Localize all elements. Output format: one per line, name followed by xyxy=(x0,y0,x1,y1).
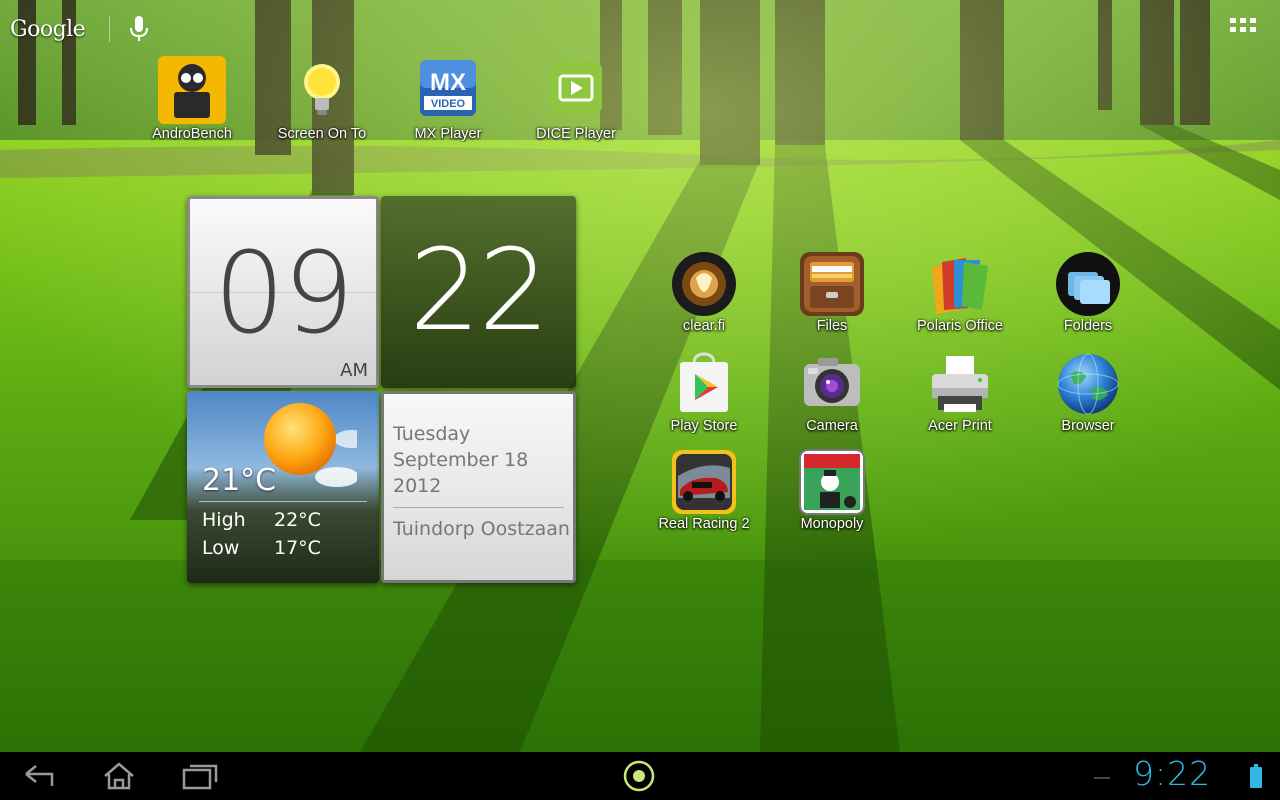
clock-hours: 09 xyxy=(213,229,355,359)
recent-apps-icon[interactable] xyxy=(180,760,220,792)
date-weekday: Tuesday xyxy=(393,423,471,445)
svg-text:MX: MX xyxy=(430,69,466,96)
app-label: AndroBench xyxy=(152,126,232,142)
weather-low-value: 17°C xyxy=(274,537,321,559)
app-label: Acer Print xyxy=(928,418,992,434)
svg-text:VIDEO: VIDEO xyxy=(431,98,466,110)
notification-dash xyxy=(1094,777,1110,779)
back-icon[interactable] xyxy=(22,760,58,792)
date-divider xyxy=(393,507,564,508)
search-divider xyxy=(109,16,111,42)
app-monopoly[interactable]: Monopoly xyxy=(772,446,892,532)
app-camera[interactable]: Camera xyxy=(772,348,892,434)
all-apps-grid-icon[interactable] xyxy=(1228,16,1260,40)
google-search-bar[interactable]: Google xyxy=(10,12,111,46)
app-label: Polaris Office xyxy=(917,318,1003,334)
lightbulb-icon xyxy=(284,52,360,128)
app-folders[interactable]: Folders xyxy=(1028,248,1148,334)
app-mx-player[interactable]: MX VIDEO MX Player xyxy=(388,52,508,142)
weather-high-row: High 22°C xyxy=(202,509,321,531)
system-navigation-bar: 9:22 xyxy=(0,752,1280,800)
weather-tile[interactable]: 21°C High 22°C Low 17°C xyxy=(187,391,379,583)
weather-high-value: 22°C xyxy=(274,509,321,531)
app-label: MX Player xyxy=(414,126,482,142)
app-polaris-office[interactable]: Polaris Office xyxy=(900,248,1020,334)
app-dice-player[interactable]: DICE Player xyxy=(516,52,636,142)
weather-low-label: Low xyxy=(202,537,240,559)
mic-icon[interactable] xyxy=(126,14,152,44)
racing-car-icon xyxy=(668,446,740,518)
app-label: Folders xyxy=(1063,318,1113,334)
app-androbench[interactable]: AndroBench xyxy=(132,52,252,142)
app-label: Monopoly xyxy=(800,516,864,532)
app-label: Real Racing 2 xyxy=(658,516,750,532)
app-play-store[interactable]: Play Store xyxy=(644,348,764,434)
home-icon[interactable] xyxy=(99,760,139,792)
app-label: Files xyxy=(816,318,848,334)
app-label: clear.fi xyxy=(683,318,725,334)
files-icon xyxy=(796,248,868,320)
app-screen-on-to[interactable]: Screen On To xyxy=(262,52,382,142)
app-acer-print[interactable]: Acer Print xyxy=(900,348,1020,434)
clock-ampm: AM xyxy=(340,360,368,381)
app-label: Browser xyxy=(1061,418,1115,434)
date-tile[interactable]: Tuesday September 18 2012 Tuindorp Oostz… xyxy=(381,391,576,583)
weather-location: Tuindorp Oostzaan xyxy=(393,518,570,540)
weather-divider xyxy=(199,501,367,502)
monopoly-icon xyxy=(796,446,868,518)
app-label: Play Store xyxy=(670,418,738,434)
mx-player-icon: MX VIDEO xyxy=(410,52,486,128)
battery-icon[interactable] xyxy=(1250,764,1262,788)
app-clearfi[interactable]: clear.fi xyxy=(644,248,764,334)
clock-minutes-tile: 22 xyxy=(381,196,576,388)
app-label: DICE Player xyxy=(536,126,616,142)
google-logo[interactable]: Google xyxy=(10,17,86,42)
app-label: Screen On To xyxy=(277,126,367,142)
camera-icon xyxy=(796,348,868,420)
date-year: 2012 xyxy=(393,475,442,497)
weather-current-temp: 21°C xyxy=(202,463,277,498)
androbench-icon xyxy=(154,52,230,128)
status-clock[interactable]: 9:22 xyxy=(1133,754,1211,793)
globe-icon xyxy=(1052,348,1124,420)
clock-minutes: 22 xyxy=(409,226,550,356)
weather-high-label: High xyxy=(202,509,246,531)
date-month-day: September 18 xyxy=(393,449,529,471)
app-files[interactable]: Files xyxy=(772,248,892,334)
dice-player-icon xyxy=(538,52,614,128)
app-browser[interactable]: Browser xyxy=(1028,348,1148,434)
clearfi-icon xyxy=(668,248,740,320)
app-real-racing-2[interactable]: Real Racing 2 xyxy=(644,446,764,532)
weather-low-row: Low 17°C xyxy=(202,537,321,559)
app-label: Camera xyxy=(806,418,858,434)
lens-icon[interactable] xyxy=(621,760,657,792)
play-store-icon xyxy=(668,348,740,420)
polaris-office-icon xyxy=(924,248,996,320)
clock-hours-tile: 09 AM xyxy=(187,196,379,388)
printer-icon xyxy=(924,348,996,420)
folders-icon xyxy=(1052,248,1124,320)
clock-weather-widget[interactable]: 09 AM 22 21°C High 22°C Low 17°C Tuesday… xyxy=(187,196,576,585)
